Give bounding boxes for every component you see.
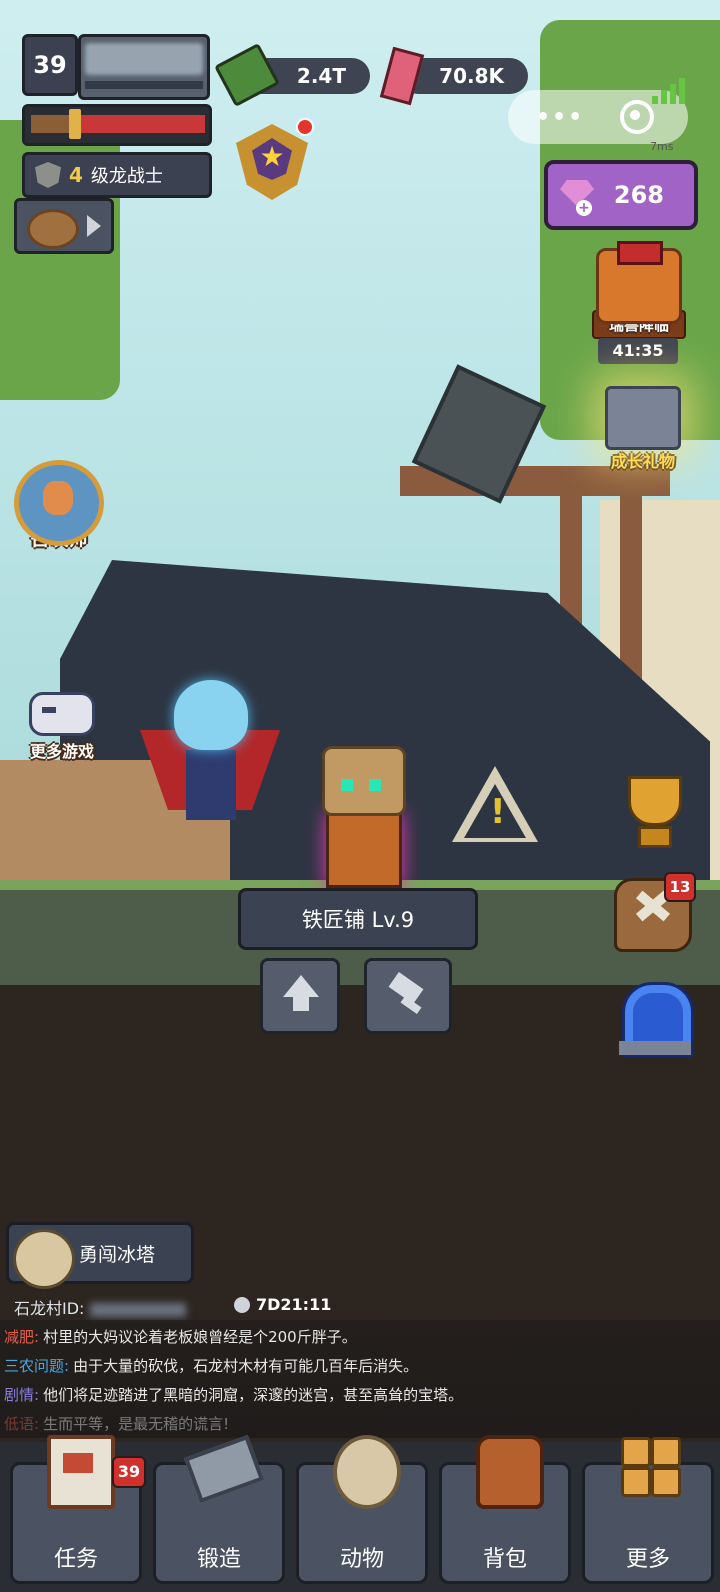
xp-bar-fill (85, 43, 203, 75)
backpack-icon (476, 1435, 544, 1509)
grid-icon (619, 1435, 681, 1501)
hammer-button[interactable] (364, 958, 452, 1034)
more-games-button[interactable]: 更多游戏 (22, 692, 102, 762)
gem-value: 268 (613, 181, 664, 209)
ping-text: 7ms (650, 140, 674, 153)
ghost-head (174, 680, 248, 750)
rank-title: 级龙战士 (90, 166, 163, 187)
gamepad-icon (29, 692, 95, 736)
skeleton-smith-character[interactable] (300, 746, 410, 888)
gem-purchase-button[interactable]: + 268 (544, 160, 698, 230)
crystal-counter[interactable]: 70.8K (379, 46, 528, 106)
quest-button[interactable]: 勇闯冰塔 (6, 1222, 194, 1289)
trophy-button[interactable] (620, 776, 684, 848)
village-id-label: 石龙村ID: (14, 1299, 85, 1318)
building-name-label[interactable]: 铁匠铺 Lv.9 (238, 888, 478, 950)
trophy-icon (628, 776, 682, 826)
nav-task-label: 任务 (53, 1547, 98, 1572)
summoner-icon (14, 460, 104, 546)
hp-bar-wood (31, 115, 71, 133)
nav-forge-label: 锻造 (196, 1547, 241, 1572)
news-text: 生而平等，是最无稽的谎言! (43, 1415, 230, 1433)
beast-timer: 41:35 (598, 338, 678, 364)
exclamation-mark: ! (490, 792, 506, 832)
hp-bar-fill (75, 115, 205, 133)
portal-base (619, 1041, 691, 1055)
clock-icon (234, 1296, 250, 1313)
shield-icon (35, 162, 61, 188)
news-line: 低语: 生而平等，是最无稽的谎言! (4, 1413, 229, 1434)
player-level[interactable]: 39 (22, 34, 78, 96)
forge-badge: 13 (664, 872, 696, 902)
summoner-button[interactable]: 召唤师 (14, 460, 104, 551)
trophy-base (638, 826, 672, 848)
resource-expand-button[interactable] (14, 198, 114, 254)
growth-gift-label: 成长礼物 (610, 452, 675, 471)
growth-gift-button[interactable]: 成长礼物 (588, 386, 698, 472)
rank-number: 4 (69, 163, 83, 187)
warning-triangle-icon[interactable]: ! (452, 766, 538, 842)
news-tag: 减肥: (4, 1328, 40, 1346)
beast-icon (596, 241, 682, 324)
more-dots-icon[interactable]: ••• (536, 105, 584, 130)
more-games-label: 更多游戏 (29, 742, 94, 761)
skeleton-eye (369, 779, 381, 791)
nav-more-button[interactable]: 更多 (582, 1437, 714, 1584)
task-board-icon (47, 1435, 115, 1509)
plus-icon: + (576, 200, 592, 216)
upgrade-button[interactable] (260, 958, 340, 1034)
hp-bar (22, 104, 212, 146)
nav-more-label: 更多 (625, 1547, 670, 1572)
chevron-right-icon (87, 215, 101, 237)
news-text: 由于大量的砍伐，石龙村木材有可能几百年后消失。 (73, 1357, 419, 1375)
skeleton-body (326, 812, 402, 888)
close-ring-dot (630, 110, 640, 120)
news-tag: 低语: (4, 1415, 40, 1433)
countdown-text: 7D21:11 (256, 1295, 332, 1314)
notification-dot (296, 118, 314, 136)
portal-button[interactable] (619, 982, 694, 1058)
news-tag: 三农问题: (4, 1357, 70, 1375)
nav-animal-label: 动物 (339, 1547, 384, 1572)
news-text: 他们将足迹踏进了黑暗的洞窟，深邃的迷宫，甚至高耸的宝塔。 (43, 1386, 464, 1404)
nav-animal-button[interactable]: 动物 (296, 1435, 428, 1584)
quest-label: 勇闯冰塔 (79, 1243, 156, 1266)
news-line: 减肥: 村里的大妈议论着老板娘曾经是个200斤胖子。 (4, 1326, 357, 1347)
crystal-value: 70.8K (439, 64, 504, 88)
news-text: 村里的大妈议论着老板娘曾经是个200斤胖子。 (43, 1328, 357, 1346)
xp-bar-track (85, 81, 203, 89)
ghost-body (186, 750, 236, 820)
player-level-text: 39 (33, 51, 67, 79)
countdown-row: 7D21:11 (234, 1295, 331, 1314)
nav-forge-button[interactable]: 锻造 (153, 1434, 285, 1584)
village-id-redacted (90, 1302, 187, 1317)
skeleton-head (322, 746, 406, 816)
building-name: 铁匠铺 Lv.9 (301, 908, 415, 932)
news-tag: 剧情: (4, 1386, 40, 1404)
rank-box[interactable]: 4 级龙战士 (22, 152, 212, 198)
arrow-up-stem (293, 997, 309, 1011)
star-icon: ★ (259, 140, 285, 173)
wood-log-icon (27, 209, 79, 249)
news-line: 三农问题: 由于大量的砍伐，石龙村木材有可能几百年后消失。 (4, 1355, 418, 1376)
skeleton-eye (341, 779, 353, 791)
hp-bar-knob (69, 109, 81, 139)
cash-value: 2.4T (296, 64, 346, 88)
village-id: 石龙村ID: (14, 1295, 187, 1319)
news-feed: 减肥: 村里的大妈议论着老板娘曾经是个200斤胖子。 三农问题: 由于大量的砍伐，石… (0, 1320, 720, 1438)
news-line: 剧情: 他们将足迹踏进了黑暗的洞窟，深邃的迷宫，甚至高耸的宝塔。 (4, 1384, 463, 1405)
tree-right (540, 20, 720, 440)
arrow-up-icon (283, 975, 319, 997)
fire-ghost-character[interactable] (140, 680, 280, 850)
nav-bag-label: 背包 (482, 1547, 527, 1572)
auspicious-beast-event-button[interactable]: 瑞兽降临 (592, 241, 686, 339)
treasure-chest-icon (605, 386, 681, 450)
xp-bar (78, 34, 210, 100)
task-badge: 39 (112, 1456, 146, 1488)
scroll-icon (13, 1229, 75, 1289)
nav-bag-button[interactable]: 背包 (439, 1435, 571, 1584)
egg-icon (333, 1435, 401, 1509)
cash-counter[interactable]: 2.4T (214, 42, 370, 108)
